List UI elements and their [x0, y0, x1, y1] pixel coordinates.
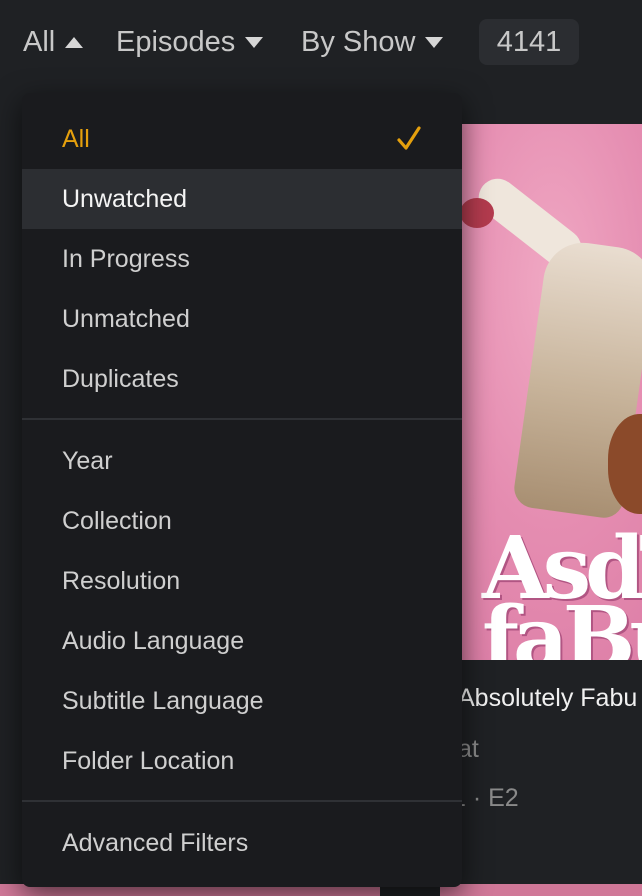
menu-divider	[22, 418, 462, 420]
type-label: Episodes	[116, 25, 236, 58]
menu-item-unmatched[interactable]: Unmatched	[22, 289, 462, 349]
menu-item-label: Collection	[62, 506, 172, 535]
type-dropdown-button[interactable]: Episodes	[116, 22, 264, 62]
caret-down-icon	[245, 36, 264, 48]
menu-item-label: Year	[62, 446, 113, 475]
menu-item-collection[interactable]: Collection	[22, 491, 462, 551]
menu-item-label: Unwatched	[62, 184, 188, 213]
menu-item-duplicates[interactable]: Duplicates	[22, 349, 462, 409]
check-icon	[397, 126, 421, 150]
menu-item-label: Resolution	[62, 566, 181, 595]
menu-divider	[22, 800, 462, 802]
menu-item-unwatched[interactable]: Unwatched	[22, 169, 462, 229]
next-row-poster[interactable]	[440, 884, 642, 896]
item-count-badge: 4141	[479, 19, 579, 65]
filter-toolbar: All Episodes By Show 4141	[0, 0, 642, 84]
tile-title[interactable]: Absolutely Fabu	[458, 684, 637, 713]
menu-item-label: In Progress	[62, 244, 190, 273]
menu-item-resolution[interactable]: Resolution	[22, 551, 462, 611]
menu-item-subtitle-language[interactable]: Subtitle Language	[22, 671, 462, 731]
filter-dropdown-button[interactable]: All	[23, 22, 84, 62]
poster-logo: AsdTI faBu	[482, 518, 642, 661]
filter-label: All	[23, 25, 56, 58]
menu-item-label: Duplicates	[62, 364, 179, 393]
group-label: By Show	[301, 25, 416, 58]
caret-down-icon	[425, 36, 444, 48]
menu-item-label: Unmatched	[62, 304, 190, 333]
menu-item-label: Folder Location	[62, 746, 235, 775]
menu-item-audio-language[interactable]: Audio Language	[22, 611, 462, 671]
menu-item-label: Advanced Filters	[62, 828, 249, 857]
filter-dropdown-menu: All Unwatched In Progress Unmatched Dupl…	[22, 93, 462, 887]
menu-item-folder-location[interactable]: Folder Location	[22, 731, 462, 791]
menu-item-all[interactable]: All	[22, 109, 462, 169]
poster-art-hand	[460, 198, 494, 228]
menu-item-label: All	[62, 124, 90, 153]
menu-item-label: Subtitle Language	[62, 686, 264, 715]
group-dropdown-button[interactable]: By Show	[301, 22, 444, 62]
menu-item-label: Audio Language	[62, 626, 245, 655]
menu-item-year[interactable]: Year	[22, 431, 462, 491]
tile-episode: 1 · E2	[452, 784, 519, 812]
menu-item-in-progress[interactable]: In Progress	[22, 229, 462, 289]
menu-item-advanced-filters[interactable]: Advanced Filters	[22, 813, 462, 873]
caret-up-icon	[65, 36, 84, 48]
library-view: All Episodes By Show 4141 AsdTI faBu Abs…	[0, 0, 642, 896]
